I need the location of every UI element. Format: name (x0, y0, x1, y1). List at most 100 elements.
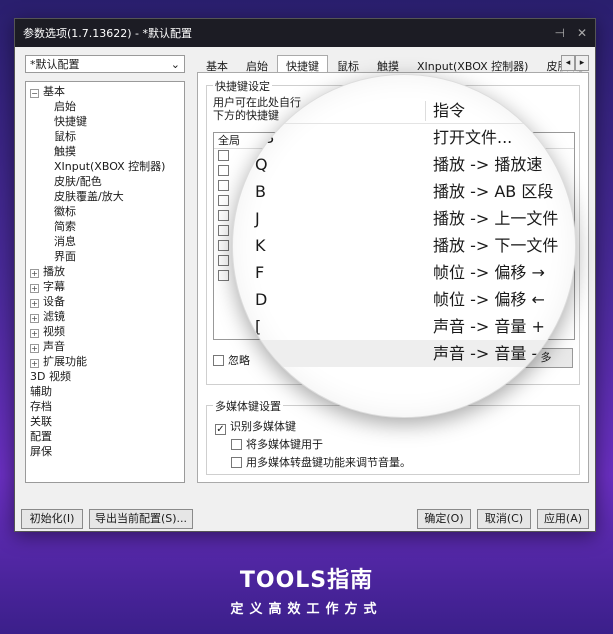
tree-item[interactable]: + 字幕 (26, 279, 184, 294)
tree-item-label: 视频 (43, 325, 65, 338)
tree-item-label: 触摸 (54, 145, 76, 158)
profile-value: *默认配置 (30, 58, 80, 71)
hotkey-key: ] (255, 344, 262, 363)
tree-item-label: 滤镜 (43, 310, 65, 323)
tree-item[interactable]: 存档 (26, 399, 184, 414)
collapse-icon[interactable]: − (30, 89, 39, 98)
expand-icon[interactable]: + (30, 344, 39, 353)
col-key: 键 (255, 101, 272, 120)
tree-item[interactable]: 配置 (26, 429, 184, 444)
tree-item-label: 扩展功能 (43, 355, 87, 368)
table-row[interactable]: F 帧位 -> 偏移 → (255, 259, 575, 286)
table-row[interactable]: Q 播放 -> 播放速 (255, 151, 575, 178)
tree-item[interactable]: + 声音 (26, 339, 184, 354)
global-checkbox[interactable] (218, 195, 229, 206)
tree-item-label: XInput(XBOX 控制器) (54, 160, 166, 173)
tree-item[interactable]: XInput(XBOX 控制器) (26, 159, 184, 174)
tree-item[interactable]: + 扩展功能 (26, 354, 184, 369)
tree-item[interactable]: 消息 (26, 234, 184, 249)
table-row[interactable]: ] 声音 -> 音量 - (255, 340, 575, 367)
title-bar[interactable]: 参数选项(1.7.13622) - *默认配置 ⊣ ✕ (15, 19, 595, 47)
ignore-option[interactable]: 忽略 (213, 352, 250, 368)
tree-item[interactable]: + 设备 (26, 294, 184, 309)
expand-icon[interactable]: + (30, 299, 39, 308)
hotkey-command: 帧位 -> 偏移 ← (433, 290, 545, 309)
tree-item[interactable]: + 滤镜 (26, 309, 184, 324)
brand-logo: TOOLS指南 (239, 568, 374, 593)
table-row[interactable]: J 播放 -> 上一文件 (255, 205, 575, 232)
hotkey-command: 播放 -> 下一文件 (433, 236, 559, 255)
tree-item[interactable]: 徽标 (26, 204, 184, 219)
export-config-button[interactable]: 导出当前配置(S)... (89, 509, 193, 529)
global-checkbox[interactable] (218, 270, 229, 281)
hotkey-command: 声音 -> 音量 - (433, 344, 538, 363)
brand-slogan: 定义高效工作方式 (230, 602, 383, 617)
multimedia-volume-checkbox[interactable] (231, 457, 242, 468)
tree-item[interactable]: 快捷键 (26, 114, 184, 129)
table-row[interactable]: D 帧位 -> 偏移 ← (255, 286, 575, 313)
tree-item[interactable]: 界面 (26, 249, 184, 264)
tab[interactable]: 触摸 (368, 55, 408, 72)
multimedia-use-option[interactable]: 将多媒体键用于 (231, 436, 323, 452)
tree-item-label: 快捷键 (54, 115, 87, 128)
ignore-checkbox[interactable] (213, 355, 224, 366)
tree-item[interactable]: + 播放 (26, 264, 184, 279)
tab[interactable]: 启始 (237, 55, 277, 72)
multimedia-recognize-checkbox[interactable]: ✓ (215, 424, 226, 435)
tree-item[interactable]: 皮肤/配色 (26, 174, 184, 189)
global-checkbox[interactable] (218, 225, 229, 236)
cancel-button[interactable]: 取消(C) (477, 509, 531, 529)
close-icon[interactable]: ✕ (577, 26, 587, 40)
expand-icon[interactable]: + (30, 284, 39, 293)
hotkey-key: F (255, 263, 265, 282)
tree-item[interactable]: 简索 (26, 219, 184, 234)
global-checkbox[interactable] (218, 210, 229, 221)
tree-item[interactable]: 鼠标 (26, 129, 184, 144)
expand-icon[interactable]: + (30, 359, 39, 368)
global-checkbox[interactable] (218, 240, 229, 251)
tree-item[interactable]: − 基本 (26, 84, 184, 99)
settings-tree[interactable]: − 基本 启始 快捷键 鼠标 触摸 XInput(XBOX 控制器) 皮肤/配色 皮肤覆盖/放大… (25, 81, 185, 483)
global-checkbox[interactable] (218, 165, 229, 176)
tree-item[interactable]: 启始 (26, 99, 184, 114)
pin-icon[interactable]: ⊣ (554, 26, 564, 40)
multimedia-volume-option[interactable]: 用多媒体转盘键功能来调节音量。 (231, 454, 411, 470)
tree-item[interactable]: 触摸 (26, 144, 184, 159)
hotkey-command: 播放 -> AB 区段 (433, 182, 554, 201)
tree-item[interactable]: 屏保 (26, 444, 184, 459)
table-row[interactable]: [声音 -> 音量 + (255, 313, 575, 340)
hotkey-key: B (255, 182, 266, 201)
tree-item[interactable]: 辅助 (26, 384, 184, 399)
table-row[interactable]: B 播放 -> AB 区段 (255, 178, 575, 205)
tab[interactable]: 基本 (197, 55, 237, 72)
expand-icon[interactable]: + (30, 269, 39, 278)
hotkey-key: J (255, 209, 260, 228)
table-row[interactable]: K 播放 -> 下一文件 (255, 232, 575, 259)
table-row[interactable]: F3 打开文件... (255, 124, 575, 151)
global-checkbox[interactable] (218, 180, 229, 191)
tab-strip: 基本启始快捷键鼠标触摸XInput(XBOX 控制器)皮肤/配色 ◂ ▸ (197, 55, 589, 73)
scroll-right-icon[interactable]: ▸ (575, 55, 589, 71)
tab[interactable]: 快捷键 (277, 55, 328, 72)
tree-item[interactable]: 3D 视频 (26, 369, 184, 384)
apply-button[interactable]: 应用(A) (537, 509, 589, 529)
tree-item-label: 界面 (54, 250, 76, 263)
tree-item-label: 基本 (43, 85, 65, 98)
multimedia-recognize-option[interactable]: ✓ 识别多媒体键 (215, 418, 296, 435)
tab[interactable]: XInput(XBOX 控制器) (408, 55, 537, 72)
expand-icon[interactable]: + (30, 314, 39, 323)
multimedia-use-checkbox[interactable] (231, 439, 242, 450)
tree-item[interactable]: + 视频 (26, 324, 184, 339)
global-checkbox[interactable] (218, 255, 229, 266)
profile-select[interactable]: *默认配置 ⌄ (25, 55, 185, 73)
expand-icon[interactable]: + (30, 329, 39, 338)
tree-item[interactable]: 关联 (26, 414, 184, 429)
tab[interactable]: 鼠标 (328, 55, 368, 72)
hotkey-group-title: 快捷键设定 (213, 78, 272, 94)
tree-item[interactable]: 皮肤覆盖/放大 (26, 189, 184, 204)
tree-item-label: 声音 (43, 340, 65, 353)
ok-button[interactable]: 确定(O) (417, 509, 471, 529)
scroll-left-icon[interactable]: ◂ (561, 55, 575, 71)
global-checkbox[interactable] (218, 150, 229, 161)
init-button[interactable]: 初始化(I) (21, 509, 83, 529)
